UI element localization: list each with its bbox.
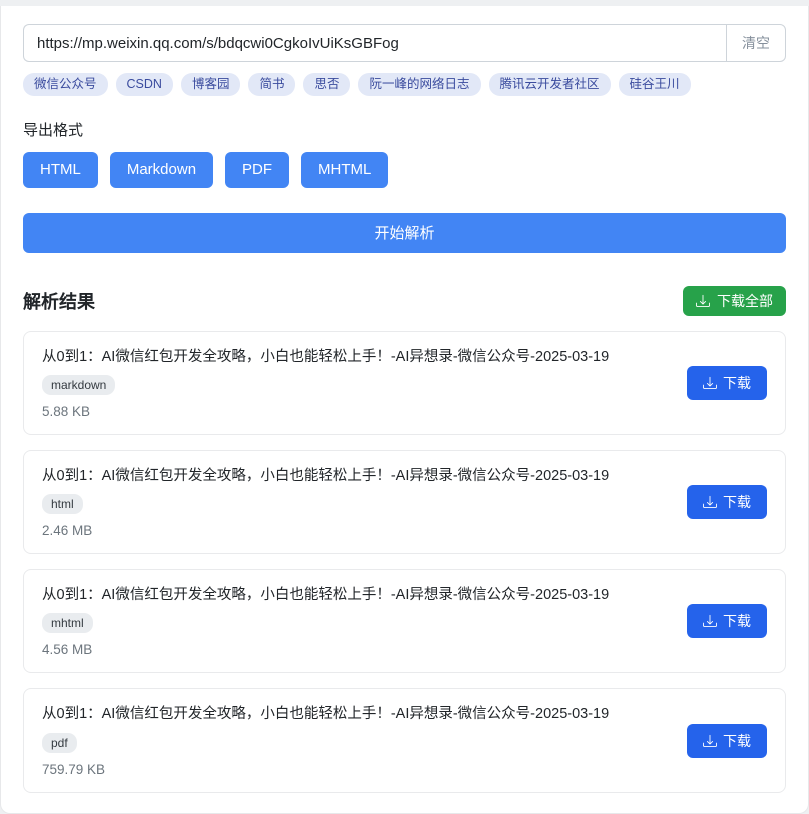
file-size: 2.46 MB [42,523,92,538]
result-info: 从0到1：AI微信红包开发全攻略，小白也能轻松上手！-AI异想录-微信公众号-2… [42,704,609,776]
clear-button[interactable]: 清空 [726,24,786,62]
tag-guigu-wangchuan[interactable]: 硅谷王川 [619,73,691,96]
tag-csdn[interactable]: CSDN [116,73,173,96]
format-button-html[interactable]: HTML [23,152,98,188]
tag-tencent-cloud[interactable]: 腾讯云开发者社区 [489,73,611,96]
result-title: 从0到1：AI微信红包开发全攻略，小白也能轻松上手！-AI异想录-微信公众号-2… [42,347,609,367]
download-button-label: 下载 [723,373,751,393]
source-tags: 微信公众号 CSDN 博客园 简书 思否 阮一峰的网络日志 腾讯云开发者社区 硅… [23,73,786,96]
tag-wechat[interactable]: 微信公众号 [23,73,108,96]
result-info: 从0到1：AI微信红包开发全攻略，小白也能轻松上手！-AI异想录-微信公众号-2… [42,585,609,657]
download-button-label: 下载 [723,611,751,631]
result-info: 从0到1：AI微信红包开发全攻略，小白也能轻松上手！-AI异想录-微信公众号-2… [42,347,609,419]
file-size: 759.79 KB [42,762,105,777]
format-badge: markdown [42,375,115,395]
download-button-label: 下载 [723,492,751,512]
tag-jianshu[interactable]: 简书 [248,73,295,96]
tag-cnblogs[interactable]: 博客园 [181,73,241,96]
results-header: 解析结果 下载全部 [23,286,786,316]
download-button-markdown[interactable]: 下载 [687,366,767,400]
download-all-label: 下载全部 [717,291,773,311]
download-button-html[interactable]: 下载 [687,485,767,519]
format-badge: pdf [42,733,77,753]
download-all-button[interactable]: 下载全部 [683,286,786,316]
download-button-pdf[interactable]: 下载 [687,724,767,758]
download-button-mhtml[interactable]: 下载 [687,604,767,638]
download-icon [703,614,717,628]
app-card: 清空 微信公众号 CSDN 博客园 简书 思否 阮一峰的网络日志 腾讯云开发者社… [0,6,809,814]
url-input-group: 清空 [23,24,786,62]
result-title: 从0到1：AI微信红包开发全攻略，小白也能轻松上手！-AI异想录-微信公众号-2… [42,704,609,724]
file-size: 5.88 KB [42,404,90,419]
result-info: 从0到1：AI微信红包开发全攻略，小白也能轻松上手！-AI异想录-微信公众号-2… [42,466,609,538]
format-buttons: HTML Markdown PDF MHTML [23,152,786,188]
result-card-markdown: 从0到1：AI微信红包开发全攻略，小白也能轻松上手！-AI异想录-微信公众号-2… [23,331,786,435]
result-card-html: 从0到1：AI微信红包开发全攻略，小白也能轻松上手！-AI异想录-微信公众号-2… [23,450,786,554]
file-size: 4.56 MB [42,642,92,657]
tag-ruanyifeng[interactable]: 阮一峰的网络日志 [358,73,480,96]
url-input[interactable] [23,24,726,62]
format-button-markdown[interactable]: Markdown [110,152,213,188]
export-format-label: 导出格式 [23,119,786,140]
format-badge: html [42,494,83,514]
format-button-mhtml[interactable]: MHTML [301,152,388,188]
format-button-pdf[interactable]: PDF [225,152,289,188]
download-icon [703,376,717,390]
download-icon [696,294,710,308]
tag-segmentfault[interactable]: 思否 [303,73,350,96]
download-icon [703,734,717,748]
download-icon [703,495,717,509]
result-title: 从0到1：AI微信红包开发全攻略，小白也能轻松上手！-AI异想录-微信公众号-2… [42,585,609,605]
result-title: 从0到1：AI微信红包开发全攻略，小白也能轻松上手！-AI异想录-微信公众号-2… [42,466,609,486]
results-heading: 解析结果 [23,288,95,314]
start-parse-button[interactable]: 开始解析 [23,213,786,253]
result-card-mhtml: 从0到1：AI微信红包开发全攻略，小白也能轻松上手！-AI异想录-微信公众号-2… [23,569,786,673]
result-card-pdf: 从0到1：AI微信红包开发全攻略，小白也能轻松上手！-AI异想录-微信公众号-2… [23,688,786,792]
format-badge: mhtml [42,613,93,633]
